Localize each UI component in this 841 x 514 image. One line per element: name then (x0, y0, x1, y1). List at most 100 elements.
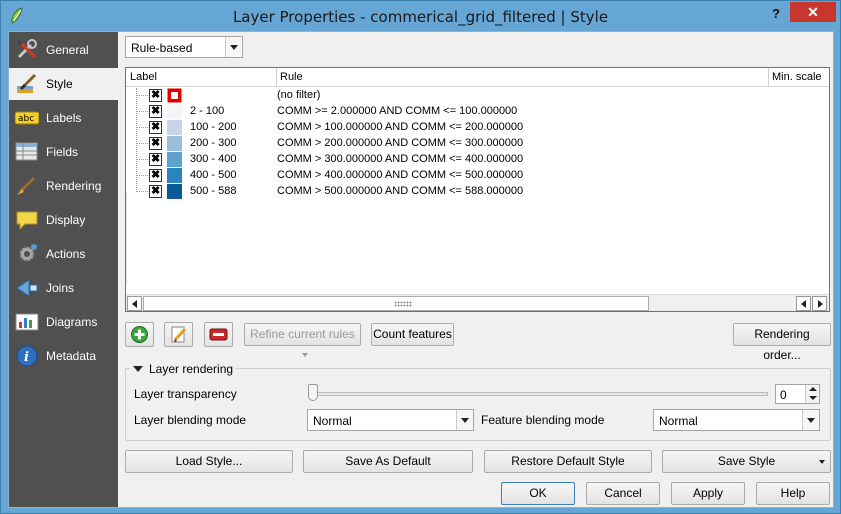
rule-label: 400 - 500 (190, 169, 237, 181)
column-header-label[interactable]: Label (130, 71, 157, 83)
symbol-swatch[interactable] (167, 88, 182, 103)
feature-blending-select[interactable]: Normal (653, 409, 820, 431)
sidebar-item-style[interactable]: Style (9, 68, 118, 100)
column-divider[interactable] (768, 68, 769, 87)
rule-checkbox[interactable] (149, 152, 162, 166)
tree-branch-line (136, 111, 150, 112)
scroll-thumb[interactable] (143, 296, 649, 311)
tree-branch-line (136, 175, 150, 176)
rule-expression: COMM > 500.000000 AND COMM <= 588.000000 (277, 185, 524, 197)
spin-up-icon[interactable] (805, 385, 819, 394)
sidebar-item-joins[interactable]: Joins (9, 272, 118, 304)
sidebar-item-actions[interactable]: Actions (9, 238, 118, 270)
renderer-type-select[interactable]: Rule-based (125, 36, 243, 58)
remove-rule-button[interactable] (204, 322, 233, 347)
sidebar-item-fields[interactable]: Fields (9, 136, 118, 168)
table-row[interactable]: (no filter) (126, 88, 829, 104)
layer-blending-label: Layer blending mode (134, 413, 247, 427)
spin-down-icon[interactable] (805, 394, 819, 403)
sidebar-item-label: Rendering (46, 179, 102, 193)
rule-label: 100 - 200 (190, 121, 237, 133)
horizontal-scrollbar[interactable] (126, 294, 829, 311)
rule-checkbox[interactable] (149, 120, 162, 134)
symbol-swatch[interactable] (167, 120, 182, 135)
symbol-swatch[interactable] (167, 168, 182, 183)
sidebar-item-label: Style (46, 77, 73, 91)
rule-expression: COMM > 200.000000 AND COMM <= 300.000000 (277, 137, 524, 149)
chevron-down-icon (225, 37, 242, 57)
sidebar-item-display[interactable]: Display (9, 204, 118, 236)
tree-header: Label Rule Min. scale (126, 68, 829, 87)
rule-expression: COMM > 400.000000 AND COMM <= 500.000000 (277, 169, 524, 181)
chevron-down-icon (456, 410, 473, 430)
symbol-swatch[interactable] (167, 184, 182, 199)
help-icon[interactable]: ? (765, 4, 787, 24)
transparency-slider-handle[interactable] (308, 384, 318, 401)
transparency-slider[interactable] (310, 392, 768, 396)
refine-rules-button[interactable]: Refine current rules (244, 323, 361, 357)
scroll-left-arrow-icon[interactable] (127, 296, 142, 311)
rule-checkbox[interactable] (149, 88, 162, 102)
chevron-down-icon (302, 353, 308, 357)
rules-tree[interactable]: Label Rule Min. scale (no filter) 2 - 10… (125, 67, 830, 312)
sidebar-item-label: Joins (46, 281, 75, 295)
count-features-button[interactable]: Count features (371, 323, 454, 346)
chart-diagrams-icon (15, 313, 39, 331)
ok-button[interactable]: OK (501, 482, 575, 505)
svg-text:i: i (24, 350, 29, 365)
sidebar-item-metadata[interactable]: i Metadata (9, 340, 118, 372)
column-divider[interactable] (276, 68, 277, 87)
table-row[interactable]: 200 - 300 COMM > 200.000000 AND COMM <= … (126, 136, 829, 152)
sidebar-item-diagrams[interactable]: Diagrams (9, 306, 118, 338)
rule-checkbox[interactable] (149, 184, 162, 198)
scroll-left-arrow-icon[interactable] (796, 296, 811, 311)
tree-branch-line (136, 127, 150, 128)
sidebar-item-labels[interactable]: abc Labels (9, 102, 118, 134)
tree-branch-line (136, 191, 150, 192)
rule-expression: COMM > 100.000000 AND COMM <= 200.000000 (277, 121, 524, 133)
sidebar-item-general[interactable]: General (9, 34, 118, 66)
table-row[interactable]: 2 - 100 COMM >= 2.000000 AND COMM <= 100… (126, 104, 829, 120)
restore-default-style-button[interactable]: Restore Default Style (484, 450, 652, 473)
symbol-swatch[interactable] (167, 152, 182, 167)
table-row[interactable]: 400 - 500 COMM > 400.000000 AND COMM <= … (126, 168, 829, 184)
sidebar-item-rendering[interactable]: Rendering (9, 170, 118, 202)
table-row[interactable]: 100 - 200 COMM > 100.000000 AND COMM <= … (126, 120, 829, 136)
cancel-button[interactable]: Cancel (586, 482, 660, 505)
close-button[interactable]: ✕ (790, 2, 836, 22)
collapse-triangle-icon (133, 366, 143, 372)
layer-rendering-toggle[interactable]: Layer rendering (130, 362, 237, 376)
rule-expression: COMM > 300.000000 AND COMM <= 400.000000 (277, 153, 524, 165)
table-fields-icon (15, 142, 38, 161)
apply-button[interactable]: Apply (671, 482, 745, 505)
layer-rendering-title: Layer rendering (149, 362, 234, 376)
help-button[interactable]: Help (756, 482, 830, 505)
add-rule-button[interactable] (125, 322, 154, 347)
rule-checkbox[interactable] (149, 104, 162, 118)
save-style-button[interactable]: Save Style (662, 450, 831, 473)
sidebar-item-label: Diagrams (46, 315, 98, 329)
edit-rule-button[interactable] (164, 322, 193, 347)
title-bar[interactable]: Layer Properties - commerical_grid_filte… (1, 1, 840, 31)
grip-icon (394, 301, 412, 307)
save-as-default-button[interactable]: Save As Default (303, 450, 473, 473)
load-style-button[interactable]: Load Style... (125, 450, 293, 473)
layer-blending-select[interactable]: Normal (307, 409, 474, 431)
renderer-type-value: Rule-based (131, 41, 193, 55)
transparency-spinbox[interactable]: 0 (775, 384, 820, 404)
symbol-swatch[interactable] (167, 104, 182, 119)
svg-text:abc: abc (18, 114, 34, 124)
column-header-rule[interactable]: Rule (280, 71, 303, 83)
scroll-right-arrow-icon[interactable] (812, 296, 827, 311)
join-arrow-icon (16, 279, 38, 297)
rule-label: 2 - 100 (190, 105, 225, 117)
table-row[interactable]: 300 - 400 COMM > 300.000000 AND COMM <= … (126, 152, 829, 168)
rule-label: 500 - 588 (190, 185, 237, 197)
rendering-order-button[interactable]: Rendering order... (733, 323, 831, 362)
symbol-swatch[interactable] (167, 136, 182, 151)
column-header-min-scale[interactable]: Min. scale (772, 71, 822, 83)
rule-checkbox[interactable] (149, 136, 162, 150)
rule-checkbox[interactable] (149, 168, 162, 182)
table-row[interactable]: 500 - 588 COMM > 500.000000 AND COMM <= … (126, 184, 829, 200)
dialog-client: General Style abc Labels Fields Renderin… (8, 31, 834, 508)
